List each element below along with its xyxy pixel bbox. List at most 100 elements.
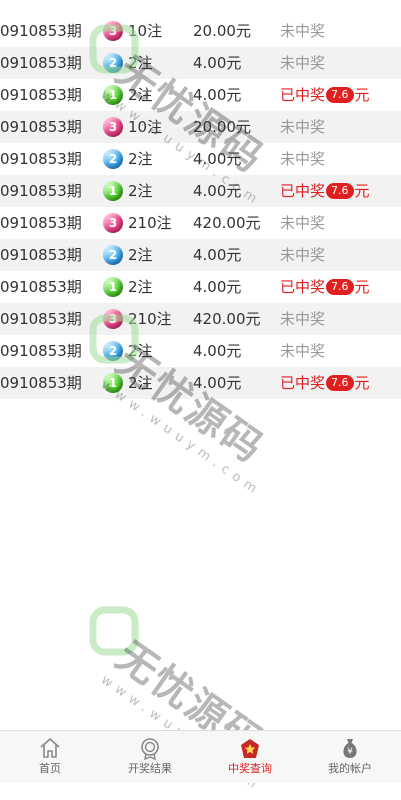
- issue-number: 0910853期: [0, 374, 82, 392]
- bet-count: 2注: [128, 150, 153, 168]
- issue-number: 0910853期: [0, 182, 82, 200]
- table-row[interactable]: 0910853期 2 2注 4.00元 未中奖: [0, 239, 401, 271]
- issue-number: 0910853期: [0, 118, 82, 136]
- lottery-ball: 2: [103, 245, 123, 265]
- table-row[interactable]: 0910853期 3 10注 20.00元 未中奖: [0, 111, 401, 143]
- bet-count: 10注: [128, 118, 163, 136]
- prize-unit: 元: [354, 86, 370, 104]
- bet-amount: 4.00元: [193, 278, 242, 296]
- ball-icon: 3: [103, 117, 123, 137]
- win-status: 已中奖 7.6 元: [280, 367, 401, 399]
- table-row[interactable]: 0910853期 1 2注 4.00元 已中奖 7.6 元: [0, 175, 401, 207]
- bet-amount: 20.00元: [193, 22, 251, 40]
- status-text: 未中奖: [280, 214, 326, 232]
- win-status: 已中奖 7.6 元: [280, 79, 401, 111]
- ball-icon: 1: [103, 277, 123, 297]
- prize-badge: 7.6: [326, 279, 354, 295]
- lottery-ball: 2: [103, 149, 123, 169]
- prize-unit: 元: [354, 374, 370, 392]
- prize-unit: 元: [354, 278, 370, 296]
- prize-badge: 7.6: [326, 183, 354, 199]
- bet-amount: 420.00元: [193, 214, 261, 232]
- lottery-ball: 3: [103, 309, 123, 329]
- status-text: 未中奖: [280, 310, 326, 328]
- bet-amount: 4.00元: [193, 342, 242, 360]
- issue-number: 0910853期: [0, 150, 82, 168]
- lottery-ball: 2: [103, 341, 123, 361]
- bet-amount: 4.00元: [193, 182, 242, 200]
- ball-icon: 1: [103, 373, 123, 393]
- bet-count: 2注: [128, 54, 153, 72]
- prize-badge: 7.6: [326, 87, 354, 103]
- status-text: 未中奖: [280, 118, 326, 136]
- win-status: 未中奖: [280, 143, 401, 175]
- status-text: 已中奖: [280, 278, 326, 296]
- table-row[interactable]: 0910853期 2 2注 4.00元 未中奖: [0, 143, 401, 175]
- table-row[interactable]: 0910853期 1 2注 4.00元 已中奖 7.6 元: [0, 367, 401, 399]
- bet-amount: 4.00元: [193, 86, 242, 104]
- lottery-ball: 3: [103, 117, 123, 137]
- issue-number: 0910853期: [0, 278, 82, 296]
- win-status: 未中奖: [280, 15, 401, 47]
- issue-number: 0910853期: [0, 22, 82, 40]
- bottom-tab-bar: 首页 开奖结果 中奖查询 ¥ 我的帐户: [0, 730, 401, 783]
- bet-amount: 4.00元: [193, 374, 242, 392]
- bet-count: 2注: [128, 182, 153, 200]
- issue-number: 0910853期: [0, 214, 82, 232]
- status-text: 已中奖: [280, 86, 326, 104]
- bet-count: 10注: [128, 22, 163, 40]
- watermark-logo-bottom: [89, 606, 139, 656]
- bet-count: 2注: [128, 86, 153, 104]
- issue-number: 0910853期: [0, 246, 82, 264]
- win-status: 未中奖: [280, 335, 401, 367]
- status-text: 未中奖: [280, 150, 326, 168]
- bet-amount: 420.00元: [193, 310, 261, 328]
- tab-prize-query[interactable]: 中奖查询: [200, 731, 300, 783]
- lottery-ball: 1: [103, 277, 123, 297]
- bet-count: 2注: [128, 246, 153, 264]
- award-medal-icon: [141, 738, 159, 760]
- table-row[interactable]: 0910853期 1 2注 4.00元 已中奖 7.6 元: [0, 271, 401, 303]
- prize-unit: 元: [354, 182, 370, 200]
- lottery-ball: 3: [103, 21, 123, 41]
- table-row[interactable]: 0910853期 3 10注 20.00元 未中奖: [0, 15, 401, 47]
- tab-label: 首页: [39, 762, 61, 775]
- status-text: 已中奖: [280, 374, 326, 392]
- table-row[interactable]: 0910853期 2 2注 4.00元 未中奖: [0, 335, 401, 367]
- status-text: 未中奖: [280, 246, 326, 264]
- tab-my-account[interactable]: ¥ 我的帐户: [300, 731, 400, 783]
- bet-amount: 4.00元: [193, 54, 242, 72]
- ball-icon: 1: [103, 181, 123, 201]
- money-bag-icon: ¥: [343, 739, 357, 758]
- lottery-ball: 1: [103, 85, 123, 105]
- table-row[interactable]: 0910853期 3 210注 420.00元 未中奖: [0, 303, 401, 335]
- issue-number: 0910853期: [0, 310, 82, 328]
- bet-count: 210注: [128, 310, 172, 328]
- status-text: 已中奖: [280, 182, 326, 200]
- tab-draw-results[interactable]: 开奖结果: [100, 731, 200, 783]
- table-row[interactable]: 0910853期 2 2注 4.00元 未中奖: [0, 47, 401, 79]
- lottery-ball: 1: [103, 373, 123, 393]
- svg-text:¥: ¥: [347, 747, 353, 757]
- table-row[interactable]: 0910853期 1 2注 4.00元 已中奖 7.6 元: [0, 79, 401, 111]
- bet-amount: 4.00元: [193, 246, 242, 264]
- issue-number: 0910853期: [0, 86, 82, 104]
- issue-number: 0910853期: [0, 54, 82, 72]
- table-row[interactable]: 0910853期 3 210注 420.00元 未中奖: [0, 207, 401, 239]
- win-status: 已中奖 7.6 元: [280, 271, 401, 303]
- status-text: 未中奖: [280, 342, 326, 360]
- prize-query-icon: [241, 739, 259, 758]
- ball-icon: 2: [103, 149, 123, 169]
- bet-count: 2注: [128, 374, 153, 392]
- ball-icon: 2: [103, 245, 123, 265]
- bet-count: 2注: [128, 342, 153, 360]
- status-text: 未中奖: [280, 22, 326, 40]
- bet-count: 2注: [128, 278, 153, 296]
- home-icon: [40, 738, 60, 758]
- ball-icon: 2: [103, 341, 123, 361]
- win-status: 未中奖: [280, 207, 401, 239]
- win-status: 未中奖: [280, 239, 401, 271]
- tab-home[interactable]: 首页: [0, 731, 100, 783]
- ball-icon: 3: [103, 21, 123, 41]
- ball-icon: 3: [103, 309, 123, 329]
